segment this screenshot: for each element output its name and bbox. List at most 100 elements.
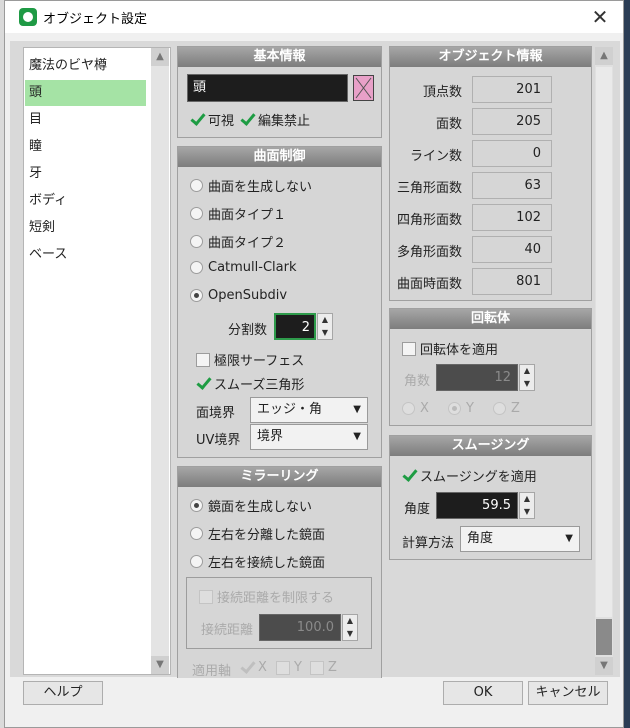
axis-label: X xyxy=(258,660,267,675)
surface-option-type2[interactable]: 曲面タイプ２ xyxy=(190,232,286,251)
mirror-option-connected[interactable]: 左右を接続した鏡面 xyxy=(190,552,325,571)
smoothing-angle-spinner[interactable]: ▲ ▼ xyxy=(519,492,535,519)
close-button[interactable]: ✕ xyxy=(585,4,615,30)
object-color-swatch[interactable] xyxy=(353,75,374,101)
object-name-input[interactable]: 頭 xyxy=(187,74,348,102)
mirror-option-separate[interactable]: 左右を分離した鏡面 xyxy=(190,524,325,543)
info-row-label: ライン数 xyxy=(409,149,462,164)
division-count-label: 分割数 xyxy=(228,323,268,338)
connect-distance-input[interactable]: 100.0 xyxy=(259,614,341,641)
axis-label: Y xyxy=(466,401,474,416)
surface-option-label: 曲面タイプ２ xyxy=(208,236,287,251)
face-boundary-select[interactable]: エッジ・角 ▼ xyxy=(250,397,368,423)
color-swatch-cross-icon xyxy=(355,77,372,99)
radio-icon xyxy=(190,261,203,274)
uv-boundary-select[interactable]: 境界 ▼ xyxy=(250,424,368,450)
mirror-axis-y-checkbox[interactable]: Y xyxy=(276,660,302,675)
basic-info-panel: 基本情報 頭 可視 編集禁止 xyxy=(177,46,382,138)
info-row-value: 205 xyxy=(472,108,552,135)
checkbox-icon xyxy=(196,352,210,367)
connect-distance-spinner[interactable]: ▲ ▼ xyxy=(342,614,358,641)
apply-smoothing-checkbox[interactable]: スムージングを適用 xyxy=(402,466,537,485)
surface-control-header: 曲面制御 xyxy=(178,147,381,167)
spin-down-icon[interactable]: ▼ xyxy=(520,378,534,391)
surface-option-type1[interactable]: 曲面タイプ１ xyxy=(190,204,286,223)
info-row-value: 801 xyxy=(472,268,552,295)
scrollbar-thumb[interactable] xyxy=(596,619,612,655)
surface-option-none[interactable]: 曲面を生成しない xyxy=(190,176,312,195)
radio-selected-icon xyxy=(448,402,461,415)
scroll-up-arrow-icon[interactable]: ▲ xyxy=(595,47,613,65)
object-info-panel: オブジェクト情報 頂点数 201 面数 205 ライン数 0 三角形面数 63 四角形面数 102… xyxy=(389,46,592,301)
object-item[interactable]: ベース xyxy=(25,242,146,268)
scrollbar-track[interactable] xyxy=(596,67,612,617)
object-list-scrollbar[interactable]: ▲ ▼ xyxy=(151,48,169,674)
checkbox-icon xyxy=(402,341,416,356)
spin-down-icon[interactable]: ▼ xyxy=(318,327,332,340)
spin-up-icon[interactable]: ▲ xyxy=(318,314,332,327)
spin-up-icon[interactable]: ▲ xyxy=(520,493,534,506)
info-row-value: 201 xyxy=(472,76,552,103)
scroll-up-arrow-icon[interactable]: ▲ xyxy=(151,48,169,66)
smooth-triangle-label: スムーズ三角形 xyxy=(214,378,305,393)
radio-icon xyxy=(493,402,506,415)
mirror-option-label: 左右を分離した鏡面 xyxy=(208,528,326,543)
scroll-down-arrow-icon[interactable]: ▼ xyxy=(595,657,613,675)
app-icon xyxy=(19,8,37,26)
smooth-triangle-checkbox[interactable]: スムーズ三角形 xyxy=(196,374,304,393)
surface-option-opensubdiv[interactable]: OpenSubdiv xyxy=(190,288,287,303)
ok-button[interactable]: OK xyxy=(443,681,523,705)
axis-label: X xyxy=(420,401,429,416)
dialog-content: 魔法のビヤ樽 頭 目 瞳 牙 ボディ 短剣 ベース ▲ ▼ 基本情報 頭 可視 … xyxy=(10,41,620,679)
surface-option-label: Catmull-Clark xyxy=(208,260,297,275)
smoothing-angle-input[interactable]: 59.5 xyxy=(436,492,518,519)
cancel-button[interactable]: キャンセル xyxy=(528,681,608,705)
object-list[interactable]: 魔法のビヤ樽 頭 目 瞳 牙 ボディ 短剣 ベース ▲ ▼ xyxy=(23,47,171,675)
division-count-spinner[interactable]: ▲ ▼ xyxy=(317,313,333,340)
scroll-down-arrow-icon[interactable]: ▼ xyxy=(151,656,169,674)
info-row-value: 63 xyxy=(472,172,552,199)
calc-method-select[interactable]: 角度 ▼ xyxy=(460,526,580,552)
object-item-selected[interactable]: 頭 xyxy=(25,80,146,106)
settings-scrollbar[interactable]: ▲ ▼ xyxy=(595,47,613,675)
uv-boundary-value: 境界 xyxy=(257,429,284,444)
object-item[interactable]: 魔法のビヤ樽 xyxy=(25,53,146,79)
apply-lathe-label: 回転体を適用 xyxy=(420,343,499,358)
help-button[interactable]: ヘルプ xyxy=(23,681,103,705)
checkbox-icon xyxy=(276,660,290,675)
lock-edit-checkbox[interactable]: 編集禁止 xyxy=(240,110,310,129)
object-item[interactable]: ボディ xyxy=(25,188,146,214)
connect-distance-label: 接続距離 xyxy=(201,623,254,638)
apply-axis-label: 適用軸 xyxy=(192,664,232,679)
lathe-axis-x-radio[interactable]: X xyxy=(402,401,429,416)
axis-label: Y xyxy=(294,660,302,675)
face-boundary-value: エッジ・角 xyxy=(257,402,323,417)
spin-up-icon[interactable]: ▲ xyxy=(520,365,534,378)
mirror-option-none[interactable]: 鏡面を生成しない xyxy=(190,496,312,515)
mirror-axis-x-checkbox[interactable]: X xyxy=(240,660,267,675)
lathe-count-input[interactable]: 12 xyxy=(436,364,518,391)
object-item[interactable]: 牙 xyxy=(25,161,146,187)
object-item[interactable]: 目 xyxy=(25,107,146,133)
object-item[interactable]: 短剣 xyxy=(25,215,146,241)
limit-surface-checkbox[interactable]: 極限サーフェス xyxy=(196,350,304,369)
object-item[interactable]: 瞳 xyxy=(25,134,146,160)
radio-icon xyxy=(402,402,415,415)
info-row-label: 四角形面数 xyxy=(396,213,462,228)
division-count-input[interactable]: 2 xyxy=(274,313,316,340)
radio-icon xyxy=(190,527,203,540)
mirror-option-label: 左右を接続した鏡面 xyxy=(208,556,326,571)
lathe-axis-z-radio[interactable]: Z xyxy=(493,401,520,416)
spin-down-icon[interactable]: ▼ xyxy=(343,628,357,641)
lathe-count-spinner[interactable]: ▲ ▼ xyxy=(519,364,535,391)
face-boundary-label: 面境界 xyxy=(196,406,236,421)
surface-option-catmull-clark[interactable]: Catmull-Clark xyxy=(190,260,297,275)
visible-checkbox[interactable]: 可視 xyxy=(190,110,234,129)
spin-up-icon[interactable]: ▲ xyxy=(343,615,357,628)
info-row-label: 面数 xyxy=(435,117,462,132)
spin-down-icon[interactable]: ▼ xyxy=(520,506,534,519)
mirror-axis-z-checkbox[interactable]: Z xyxy=(310,660,337,675)
lathe-axis-y-radio[interactable]: Y xyxy=(448,401,474,416)
apply-lathe-checkbox[interactable]: 回転体を適用 xyxy=(402,339,498,358)
limit-distance-checkbox[interactable]: 接続距離を制限する xyxy=(199,587,334,606)
